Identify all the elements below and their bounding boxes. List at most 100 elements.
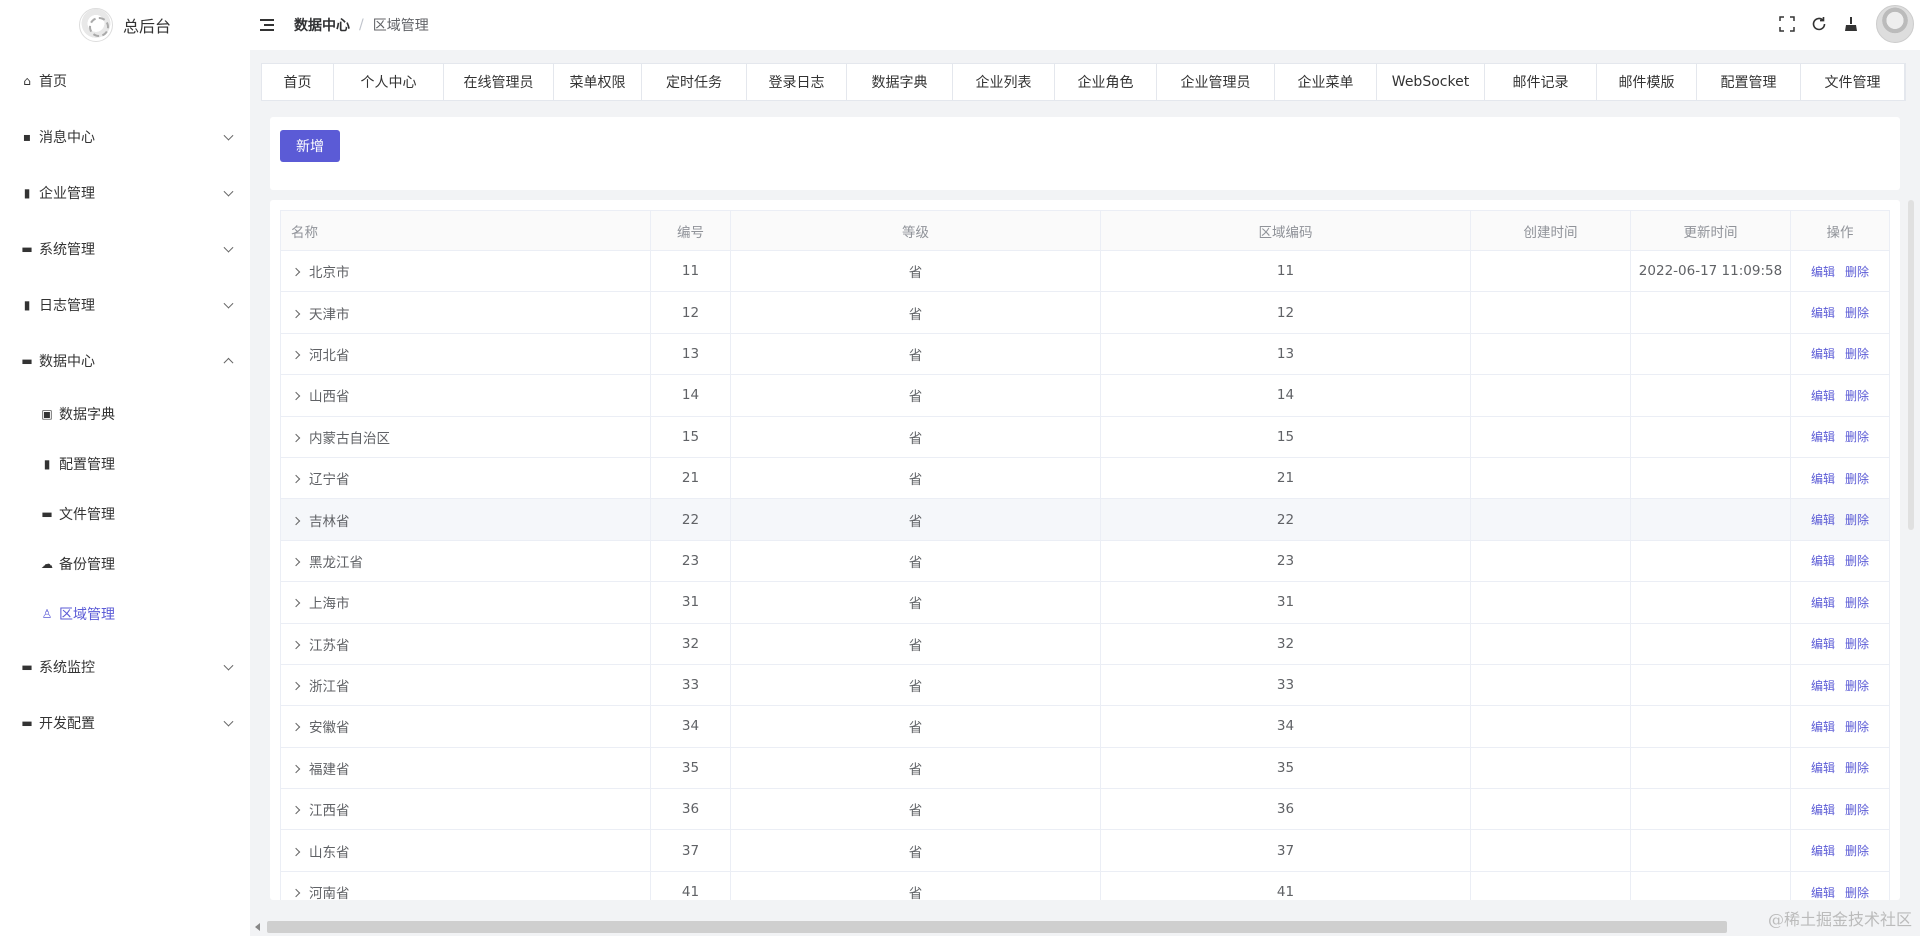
table-row[interactable]: 辽宁省 21 省 21 编辑 删除 [280, 456, 1890, 500]
add-button[interactable]: 新增 [280, 130, 340, 162]
sidebar-subitem-2[interactable]: ▬ 文件管理 [0, 489, 250, 539]
edit-link[interactable]: 编辑 [1811, 886, 1835, 900]
tag-4[interactable]: 定时任务 [642, 64, 747, 100]
tag-14[interactable]: 配置管理 [1697, 64, 1801, 100]
expand-chevron-icon[interactable] [291, 350, 301, 360]
delete-link[interactable]: 删除 [1845, 389, 1869, 403]
sidebar-item-5[interactable]: ▬ 数据中心 [0, 333, 250, 389]
expand-chevron-icon[interactable] [291, 764, 301, 774]
tag-0[interactable]: 首页 [262, 64, 334, 100]
delete-link[interactable]: 删除 [1845, 430, 1869, 444]
edit-link[interactable]: 编辑 [1811, 306, 1835, 320]
expand-chevron-icon[interactable] [291, 557, 301, 567]
table-row[interactable]: 浙江省 33 省 33 编辑 删除 [280, 663, 1890, 707]
horizontal-scrollbar[interactable] [255, 921, 1900, 933]
tag-8[interactable]: 企业角色 [1055, 64, 1157, 100]
tag-12[interactable]: 邮件记录 [1485, 64, 1597, 100]
delete-link[interactable]: 删除 [1845, 306, 1869, 320]
edit-link[interactable]: 编辑 [1811, 430, 1835, 444]
edit-link[interactable]: 编辑 [1811, 637, 1835, 651]
scroll-left-icon[interactable] [255, 923, 260, 931]
expand-chevron-icon[interactable] [291, 309, 301, 318]
tag-15[interactable]: 文件管理 [1801, 64, 1905, 100]
expand-chevron-icon[interactable] [291, 806, 301, 815]
table-row[interactable]: 福建省 35 省 35 编辑 删除 [280, 746, 1890, 790]
edit-link[interactable]: 编辑 [1811, 596, 1835, 610]
sidebar-item-4[interactable]: ▮ 日志管理 [0, 277, 250, 333]
table-row[interactable]: 吉林省 22 省 22 编辑 删除 [280, 498, 1890, 541]
edit-link[interactable]: 编辑 [1811, 679, 1835, 693]
delete-link[interactable]: 删除 [1845, 472, 1869, 486]
tag-11[interactable]: WebSocket [1377, 64, 1485, 100]
table-row[interactable]: 河北省 13 省 13 编辑 删除 [280, 332, 1890, 376]
tag-3[interactable]: 菜单权限 [554, 64, 642, 100]
horizontal-scroll-thumb[interactable] [267, 921, 1727, 933]
edit-link[interactable]: 编辑 [1811, 803, 1835, 817]
expand-chevron-icon[interactable] [291, 723, 301, 732]
delete-link[interactable]: 删除 [1845, 637, 1869, 651]
table-row[interactable]: 江西省 36 省 36 编辑 删除 [280, 788, 1890, 831]
tag-2[interactable]: 在线管理员 [444, 64, 554, 100]
tag-7[interactable]: 企业列表 [953, 64, 1055, 100]
logo[interactable]: 总后台 [0, 0, 250, 50]
edit-link[interactable]: 编辑 [1811, 761, 1835, 775]
delete-link[interactable]: 删除 [1845, 720, 1869, 734]
tag-5[interactable]: 登录日志 [747, 64, 847, 100]
expand-chevron-icon[interactable] [291, 640, 301, 649]
sidebar-item-0[interactable]: ⌂ 首页 [0, 53, 250, 109]
delete-link[interactable]: 删除 [1845, 265, 1869, 279]
delete-link[interactable]: 删除 [1845, 679, 1869, 693]
edit-link[interactable]: 编辑 [1811, 554, 1835, 568]
table-row[interactable]: 安徽省 34 省 34 编辑 删除 [280, 705, 1890, 748]
sidebar-subitem-0[interactable]: ▣ 数据字典 [0, 389, 250, 439]
tag-10[interactable]: 企业菜单 [1275, 64, 1377, 100]
sidebar-subitem-4[interactable]: ♙ 区域管理 [0, 589, 250, 639]
sidebar-item-2[interactable]: ▮ 企业管理 [0, 165, 250, 221]
expand-chevron-icon[interactable] [291, 599, 301, 608]
expand-chevron-icon[interactable] [291, 516, 301, 525]
table-row[interactable]: 黑龙江省 23 省 23 编辑 删除 [280, 539, 1890, 583]
sidebar-item-6[interactable]: ▬ 系统监控 [0, 639, 250, 695]
delete-link[interactable]: 删除 [1845, 886, 1869, 900]
table-row[interactable]: 山西省 14 省 14 编辑 删除 [280, 374, 1890, 417]
vertical-scrollbar[interactable] [1908, 200, 1914, 530]
delete-link[interactable]: 删除 [1845, 803, 1869, 817]
table-row[interactable]: 上海市 31 省 31 编辑 删除 [280, 581, 1890, 624]
expand-chevron-icon[interactable] [291, 847, 301, 856]
edit-link[interactable]: 编辑 [1811, 472, 1835, 486]
expand-chevron-icon[interactable] [291, 474, 301, 484]
edit-link[interactable]: 编辑 [1811, 347, 1835, 361]
sidebar-item-7[interactable]: ▬ 开发配置 [0, 695, 250, 751]
sidebar-subitem-1[interactable]: ▮ 配置管理 [0, 439, 250, 489]
table-row[interactable]: 天津市 12 省 12 编辑 删除 [280, 291, 1890, 334]
sidebar-subitem-3[interactable]: ☁ 备份管理 [0, 539, 250, 589]
edit-link[interactable]: 编辑 [1811, 513, 1835, 527]
delete-link[interactable]: 删除 [1845, 596, 1869, 610]
table-row[interactable]: 江苏省 32 省 32 编辑 删除 [280, 622, 1890, 665]
edit-link[interactable]: 编辑 [1811, 389, 1835, 403]
delete-link[interactable]: 删除 [1845, 513, 1869, 527]
table-row[interactable]: 北京市 11 省 11 2022-06-17 11:09:58 编辑 删除 [280, 249, 1890, 293]
refresh-icon[interactable] [1810, 15, 1828, 33]
tag-13[interactable]: 邮件模版 [1597, 64, 1697, 100]
menu-fold-icon[interactable] [260, 19, 274, 31]
edit-link[interactable]: 编辑 [1811, 265, 1835, 279]
tag-6[interactable]: 数据字典 [847, 64, 953, 100]
clean-icon[interactable] [1842, 15, 1860, 33]
delete-link[interactable]: 删除 [1845, 844, 1869, 858]
sidebar-item-1[interactable]: ▪ 消息中心 [0, 109, 250, 165]
table-row[interactable]: 内蒙古自治区 15 省 15 编辑 删除 [280, 415, 1890, 458]
expand-chevron-icon[interactable] [291, 681, 301, 691]
avatar[interactable] [1876, 5, 1914, 43]
delete-link[interactable]: 删除 [1845, 347, 1869, 361]
delete-link[interactable]: 删除 [1845, 761, 1869, 775]
sidebar-item-3[interactable]: ▬ 系统管理 [0, 221, 250, 277]
expand-chevron-icon[interactable] [291, 888, 301, 898]
tag-9[interactable]: 企业管理员 [1157, 64, 1275, 100]
fullscreen-icon[interactable] [1778, 15, 1796, 33]
edit-link[interactable]: 编辑 [1811, 844, 1835, 858]
delete-link[interactable]: 删除 [1845, 554, 1869, 568]
table-row[interactable]: 山东省 37 省 37 编辑 删除 [280, 829, 1890, 872]
expand-chevron-icon[interactable] [291, 267, 301, 277]
expand-chevron-icon[interactable] [291, 392, 301, 401]
